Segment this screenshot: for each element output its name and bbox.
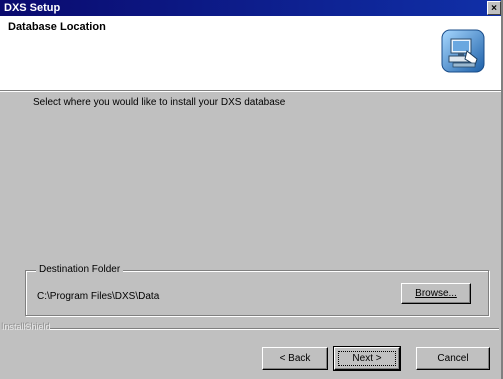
footer-separator — [50, 328, 499, 330]
next-button[interactable]: Next > — [333, 346, 401, 371]
header-panel: Database Location — [0, 16, 501, 91]
back-button[interactable]: < Back — [262, 347, 328, 370]
title-bar[interactable]: DXS Setup × — [0, 0, 501, 16]
focus-ring — [338, 351, 396, 366]
window-title: DXS Setup — [4, 2, 61, 14]
computer-install-icon — [441, 29, 485, 73]
close-button[interactable]: × — [487, 1, 501, 15]
destination-path: C:\Program Files\DXS\Data — [37, 291, 160, 302]
page-heading: Database Location — [8, 21, 106, 33]
instruction-text: Select where you would like to install y… — [33, 97, 286, 108]
browse-button[interactable]: Browse... — [401, 283, 471, 304]
installshield-brand: InstallShield — [2, 322, 51, 332]
setup-dialog: DXS Setup × Database Location Select whe… — [0, 0, 503, 379]
group-legend: Destination Folder — [36, 264, 124, 275]
cancel-button[interactable]: Cancel — [416, 347, 490, 370]
browse-label: Browse... — [415, 288, 457, 299]
